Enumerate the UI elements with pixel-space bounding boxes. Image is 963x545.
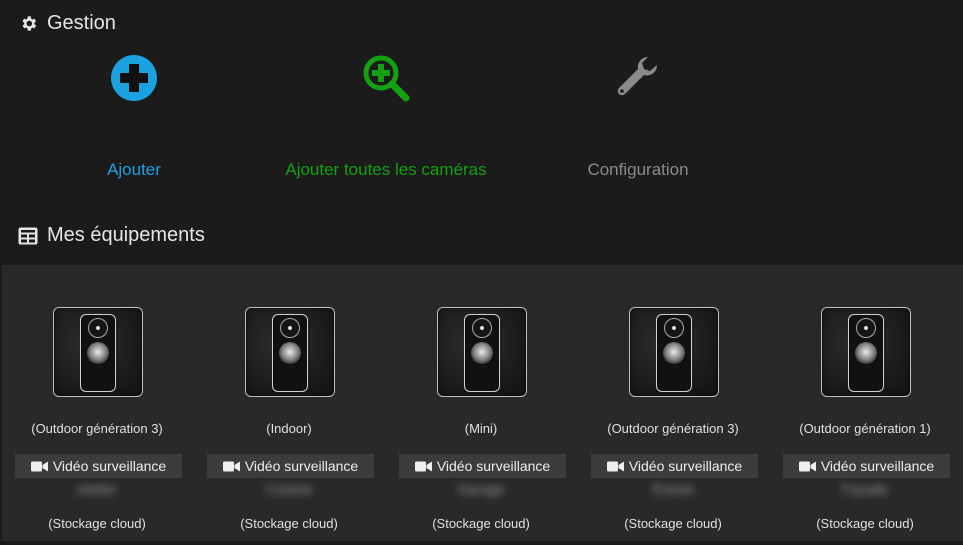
equipment-model: (Outdoor génération 3) [607,421,739,436]
camera-thumbnail[interactable] [245,307,335,397]
equipment-model: (Indoor) [266,421,312,436]
equipements-title: Mes équipements [47,224,205,246]
category-label: Vidéo surveillance [820,458,935,474]
equipment-model: (Mini) [464,421,498,436]
category-badge: Vidéo surveillance [15,454,182,478]
equipment-card[interactable]: (Outdoor génération 3) Vidéo surveillanc… [578,265,762,541]
camera-thumbnail[interactable] [629,307,719,397]
camera-image [80,314,116,392]
equipment-name: Garage [457,481,505,497]
storage-type: (Stockage cloud) [624,516,722,531]
equipment-name: Façade [841,481,889,497]
equipment-panel: (Outdoor génération 3) Vidéo surveillanc… [2,265,963,541]
camera-image [848,314,884,392]
video-camera-icon [414,461,432,472]
video-camera-icon [798,461,816,472]
category-badge: Vidéo surveillance [783,454,950,478]
add-all-cameras-label: Ajouter toutes les caméras [285,160,487,179]
gear-icon [18,14,38,34]
add-action[interactable]: Ajouter [4,52,264,192]
camera-thumbnail[interactable] [437,307,527,397]
category-label: Vidéo surveillance [628,458,743,474]
equipment-model: (Outdoor génération 1) [799,421,931,436]
add-all-cameras-action[interactable]: Ajouter toutes les caméras [256,52,516,192]
camera-image [656,314,692,392]
add-label: Ajouter [107,160,161,179]
equipment-card[interactable]: (Indoor) Vidéo surveillance Cuisine (Sto… [194,265,378,541]
storage-type: (Stockage cloud) [432,516,530,531]
equipment-model: (Outdoor génération 3) [31,421,163,436]
gestion-title: Gestion [47,12,116,34]
equipment-name: Entrée [652,481,694,497]
equipment-card[interactable]: (Mini) Vidéo surveillance Garage (Stocka… [386,265,570,541]
storage-type: (Stockage cloud) [48,516,146,531]
storage-type: (Stockage cloud) [816,516,914,531]
camera-image [464,314,500,392]
zoom-in-icon [360,52,412,104]
equipment-card[interactable]: (Outdoor génération 3) Vidéo surveillanc… [2,265,186,541]
video-camera-icon [222,461,240,472]
category-badge: Vidéo surveillance [399,454,566,478]
category-badge: Vidéo surveillance [591,454,758,478]
configuration-action[interactable]: Configuration [508,52,768,192]
video-camera-icon [606,461,624,472]
wrench-icon [612,52,664,104]
camera-thumbnail[interactable] [53,307,143,397]
equipment-name: Cuisine [265,481,313,497]
category-badge: Vidéo surveillance [207,454,374,478]
category-label: Vidéo surveillance [244,458,359,474]
camera-thumbnail[interactable] [821,307,911,397]
gestion-header: Gestion [18,12,116,35]
table-icon [18,226,38,246]
equipment-card[interactable]: (Outdoor génération 1) Vidéo surveillanc… [770,265,954,541]
storage-type: (Stockage cloud) [240,516,338,531]
category-label: Vidéo surveillance [436,458,551,474]
category-label: Vidéo surveillance [52,458,167,474]
equipment-name: Atelier [77,481,117,497]
camera-image [272,314,308,392]
configuration-label: Configuration [587,160,689,179]
video-camera-icon [30,461,48,472]
plus-circle-icon [108,52,160,104]
equipements-header: Mes équipements [18,224,205,247]
